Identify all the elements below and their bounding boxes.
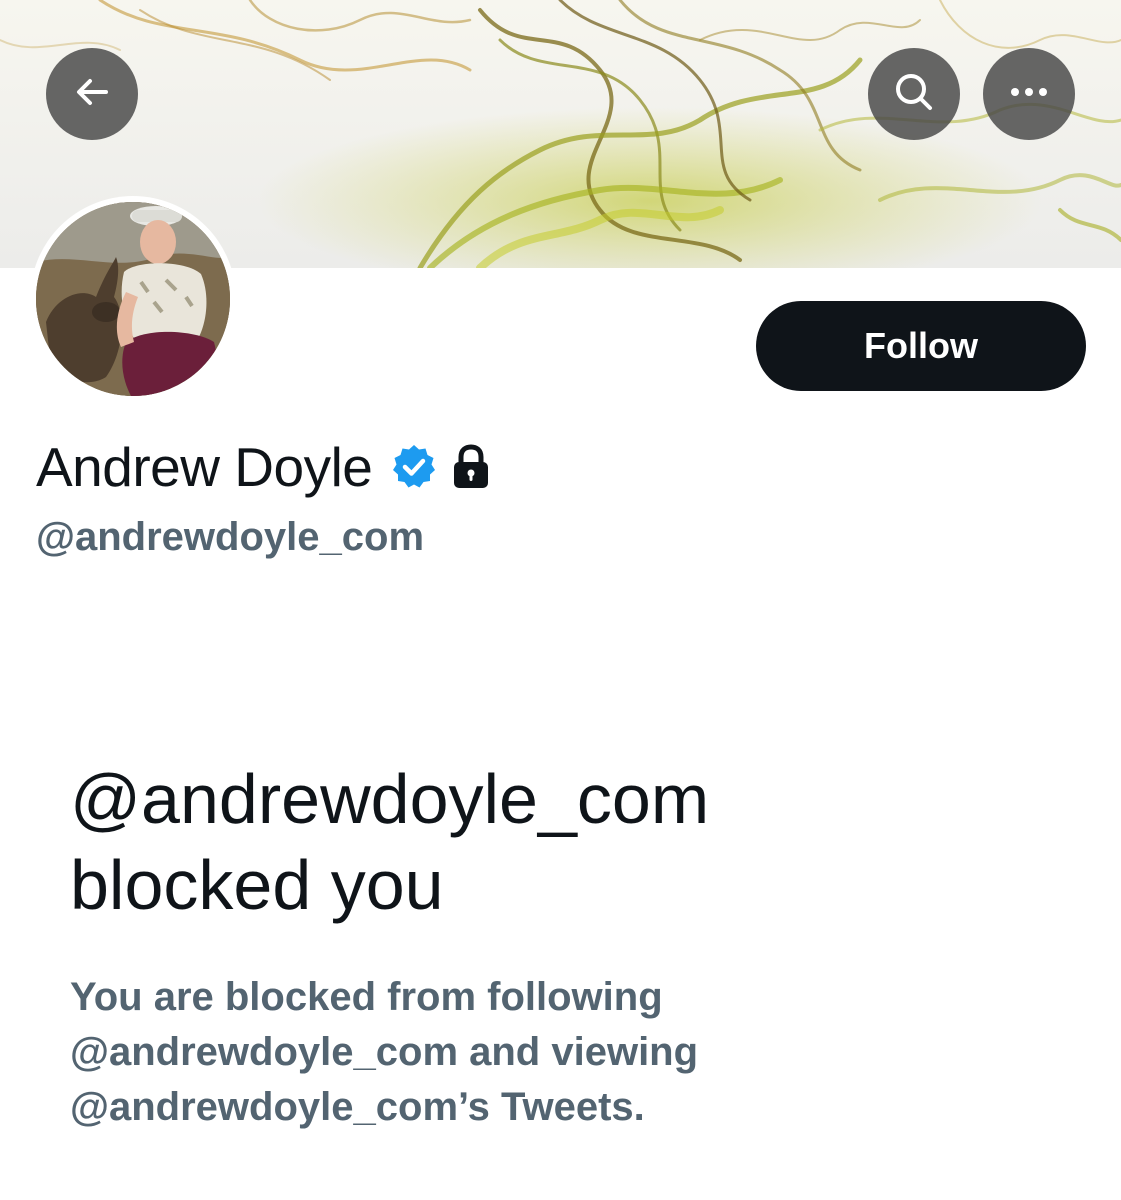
back-button[interactable] bbox=[46, 48, 138, 140]
more-options-button[interactable] bbox=[983, 48, 1075, 140]
blocked-description-line: You are blocked from following bbox=[70, 975, 663, 1019]
profile-name-row: Andrew Doyle bbox=[36, 434, 490, 500]
verified-badge-icon[interactable] bbox=[390, 443, 438, 491]
search-button[interactable] bbox=[868, 48, 960, 140]
avatar-photo bbox=[36, 202, 230, 396]
blocked-title: @andrewdoyle_com blocked you bbox=[70, 756, 1070, 928]
profile-display-name: Andrew Doyle bbox=[36, 436, 373, 498]
arrow-left-icon bbox=[72, 72, 112, 117]
blocked-title-line: blocked you bbox=[70, 846, 444, 924]
avatar[interactable] bbox=[36, 202, 230, 396]
profile-handle: @andrewdoyle_com bbox=[36, 515, 425, 559]
follow-button[interactable]: Follow bbox=[756, 301, 1086, 391]
blocked-description-line: @andrewdoyle_com and viewing bbox=[70, 1030, 699, 1074]
blocked-description-line: @andrewdoyle_com’s Tweets. bbox=[70, 1085, 645, 1129]
blocked-description: You are blocked from following @andrewdo… bbox=[70, 970, 1070, 1135]
search-icon bbox=[892, 70, 936, 119]
lock-icon bbox=[452, 444, 490, 490]
blocked-title-line: @andrewdoyle_com bbox=[70, 760, 710, 838]
more-horizontal-icon bbox=[1009, 85, 1049, 103]
